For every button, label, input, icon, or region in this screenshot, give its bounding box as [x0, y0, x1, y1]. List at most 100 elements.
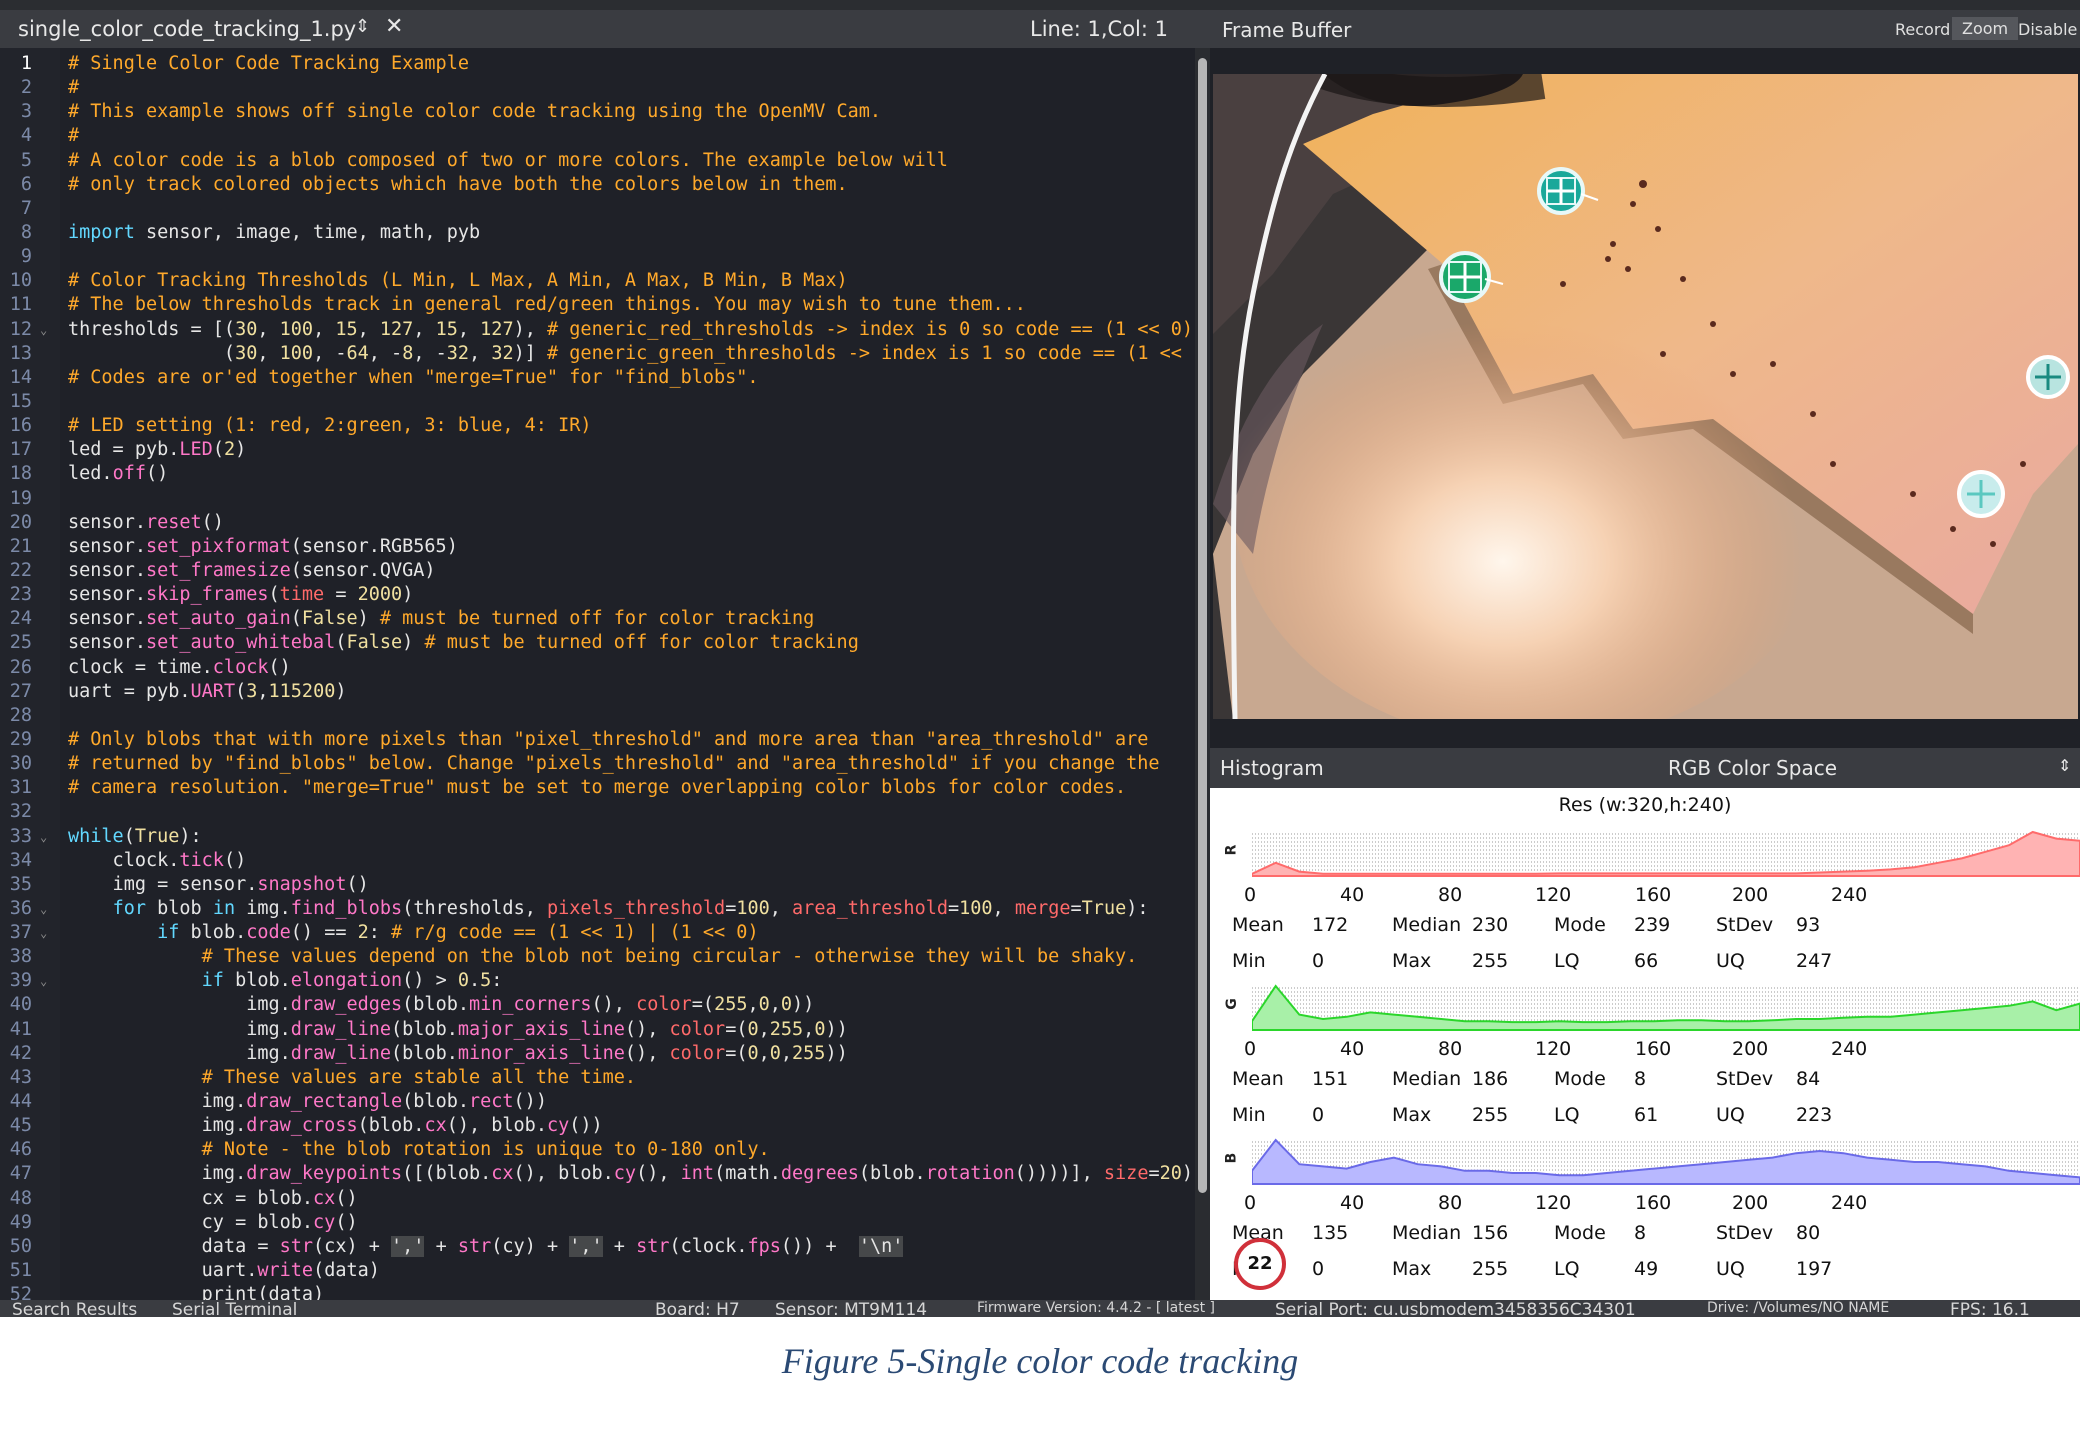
code-line[interactable]: 20 sensor.reset() — [0, 511, 1195, 535]
dropdown-arrows-icon[interactable]: ⇕ — [2058, 756, 2071, 775]
code-line[interactable]: 5 # A color code is a blob composed of tw… — [0, 149, 1195, 173]
code-line[interactable]: 37 ⌄ if blob.code() == 2: # r/g code == (… — [0, 921, 1195, 945]
code-line[interactable]: 11 # The below thresholds track in genera… — [0, 293, 1195, 317]
tick-label: 240 — [1831, 884, 1868, 906]
code-line[interactable]: 39 ⌄ if blob.elongation() > 0.5: — [0, 969, 1195, 993]
close-file-icon[interactable]: ✕ — [385, 14, 403, 39]
file-tab[interactable]: single_color_code_tracking_1.py — [18, 17, 356, 41]
board-label: Board: H7 — [655, 1300, 740, 1317]
code-text: cx = blob.cx() — [68, 1187, 358, 1209]
code-line[interactable]: 13 (30, 100, -64, -8, -32, 32)] # generi… — [0, 342, 1195, 366]
code-line[interactable]: 4 # — [0, 124, 1195, 148]
code-line[interactable]: 16 # LED setting (1: red, 2:green, 3: blu… — [0, 414, 1195, 438]
code-line[interactable]: 46 # Note - the blob rotation is unique … — [0, 1138, 1195, 1162]
code-line[interactable]: 35 img = sensor.snapshot() — [0, 873, 1195, 897]
code-line[interactable]: 1 # Single Color Code Tracking Example — [0, 52, 1195, 76]
code-line[interactable]: 9 — [0, 245, 1195, 269]
fold-chevron-icon[interactable]: ⌄ — [40, 318, 47, 342]
stat-label: Mode — [1554, 914, 1606, 936]
code-line[interactable]: 23 sensor.skip_frames(time = 2000) — [0, 583, 1195, 607]
histogram-ticks: 0 40 80 120 160 200 240 — [1222, 884, 2080, 908]
code-line[interactable]: 51 uart.write(data) — [0, 1259, 1195, 1283]
code-line[interactable]: 32 — [0, 800, 1195, 824]
line-number: 20 — [9, 511, 32, 533]
search-results-tab[interactable]: Search Results — [12, 1300, 137, 1317]
code-line[interactable]: 27 uart = pyb.UART(3,115200) — [0, 680, 1195, 704]
zoom-button[interactable]: Zoom — [1952, 17, 2019, 40]
stat-value: 135 — [1312, 1222, 1349, 1244]
code-line[interactable]: 3 # This example shows off single color c… — [0, 100, 1195, 124]
code-line[interactable]: 31 # camera resolution. "merge=True" must… — [0, 776, 1195, 800]
line-number: 27 — [9, 680, 32, 702]
code-line[interactable]: 40 img.draw_edges(blob.min_corners(), co… — [0, 993, 1195, 1017]
stat-value: 223 — [1796, 1104, 1833, 1126]
code-line[interactable]: 6 # only track colored objects which have… — [0, 173, 1195, 197]
file-switch-arrows-icon[interactable]: ⇕ — [355, 16, 370, 37]
tick-label: 120 — [1535, 1192, 1572, 1214]
code-line[interactable]: 7 — [0, 197, 1195, 221]
code-line[interactable]: 45 img.draw_cross(blob.cx(), blob.cy()) — [0, 1114, 1195, 1138]
code-line[interactable]: 41 img.draw_line(blob.major_axis_line(),… — [0, 1018, 1195, 1042]
code-line[interactable]: 36 ⌄ for blob in img.find_blobs(threshold… — [0, 897, 1195, 921]
code-text: sensor.set_auto_gain(False) # must be tu… — [68, 608, 815, 630]
stat-label: Max — [1392, 1258, 1432, 1280]
stat-value: 0 — [1312, 950, 1325, 972]
line-number: 50 — [9, 1235, 32, 1257]
code-line[interactable]: 42 img.draw_line(blob.minor_axis_line(),… — [0, 1042, 1195, 1066]
tick-label: 80 — [1438, 884, 1463, 906]
code-text: # Color Tracking Thresholds (L Min, L Ma… — [68, 270, 848, 292]
code-line[interactable]: 2 # — [0, 76, 1195, 100]
code-text: # This example shows off single color co… — [68, 101, 882, 123]
fold-chevron-icon[interactable]: ⌄ — [40, 969, 47, 993]
color-space-select[interactable]: RGB Color Space — [1668, 756, 1837, 780]
fold-chevron-icon[interactable]: ⌄ — [40, 897, 47, 921]
code-line[interactable]: 43 # These values are stable all the tim… — [0, 1066, 1195, 1090]
code-line[interactable]: 28 — [0, 704, 1195, 728]
code-line[interactable]: 12 ⌄ thresholds = [(30, 100, 15, 127, 15, … — [0, 318, 1195, 342]
notification-badge[interactable]: 22 — [1234, 1238, 1286, 1290]
fold-chevron-icon[interactable]: ⌄ — [40, 825, 47, 849]
code-line[interactable]: 26 clock = time.clock() — [0, 656, 1195, 680]
code-line[interactable]: 21 sensor.set_pixformat(sensor.RGB565) — [0, 535, 1195, 559]
code-line[interactable]: 33 ⌄ while(True): — [0, 825, 1195, 849]
code-line[interactable]: 15 — [0, 390, 1195, 414]
stat-label: UQ — [1716, 1258, 1745, 1280]
firmware-label[interactable]: Firmware Version: 4.4.2 - [ latest ] — [977, 1300, 1215, 1316]
code-line[interactable]: 10 # Color Tracking Thresholds (L Min, L … — [0, 269, 1195, 293]
code-line[interactable]: 30 # returned by "find_blobs" below. Chan… — [0, 752, 1195, 776]
code-line[interactable]: 8 import sensor, image, time, math, pyb — [0, 221, 1195, 245]
fold-chevron-icon[interactable]: ⌄ — [40, 921, 47, 945]
code-editor[interactable]: 1 # Single Color Code Tracking Example 2 #3… — [0, 48, 1195, 1300]
stat-value: 156 — [1472, 1222, 1509, 1244]
editor-scrollbar-thumb[interactable] — [1198, 58, 1207, 1193]
stat-label: StDev — [1716, 1222, 1774, 1244]
record-button[interactable]: Record — [1895, 20, 1950, 39]
tick-label: 240 — [1831, 1038, 1868, 1060]
code-text: for blob in img.find_blobs(thresholds, p… — [112, 897, 1149, 919]
disable-button[interactable]: Disable — [2018, 20, 2077, 39]
code-line[interactable]: 52 print(data) — [0, 1283, 1195, 1300]
line-number: 36 — [9, 897, 32, 919]
code-line[interactable]: 48 cx = blob.cx() — [0, 1187, 1195, 1211]
code-line[interactable]: 50 data = str(cx) + ',' + str(cy) + ',' … — [0, 1235, 1195, 1259]
code-line[interactable]: 38 # These values depend on the blob not… — [0, 945, 1195, 969]
code-line[interactable]: 22 sensor.set_framesize(sensor.QVGA) — [0, 559, 1195, 583]
code-line[interactable]: 49 cy = blob.cy() — [0, 1211, 1195, 1235]
code-line[interactable]: 17 led = pyb.LED(2) — [0, 438, 1195, 462]
code-line[interactable]: 19 — [0, 487, 1195, 511]
code-line[interactable]: 18 led.off() — [0, 462, 1195, 486]
code-line[interactable]: 47 img.draw_keypoints([(blob.cx(), blob.… — [0, 1162, 1195, 1186]
code-line[interactable]: 34 clock.tick() — [0, 849, 1195, 873]
editor-scrollbar[interactable] — [1195, 48, 1210, 1300]
line-number: 5 — [20, 149, 32, 171]
code-line[interactable]: 29 # Only blobs that with more pixels tha… — [0, 728, 1195, 752]
code-text: sensor.reset() — [68, 511, 224, 533]
window-top-strip — [0, 0, 2080, 10]
code-line[interactable]: 14 # Codes are or'ed together when "merge… — [0, 366, 1195, 390]
code-line[interactable]: 24 sensor.set_auto_gain(False) # must be … — [0, 607, 1195, 631]
serial-terminal-tab[interactable]: Serial Terminal — [172, 1300, 297, 1317]
code-line[interactable]: 44 img.draw_rectangle(blob.rect()) — [0, 1090, 1195, 1114]
stat-value: 8 — [1634, 1222, 1647, 1244]
tick-label: 200 — [1732, 1192, 1769, 1214]
code-line[interactable]: 25 sensor.set_auto_whitebal(False) # must… — [0, 631, 1195, 655]
